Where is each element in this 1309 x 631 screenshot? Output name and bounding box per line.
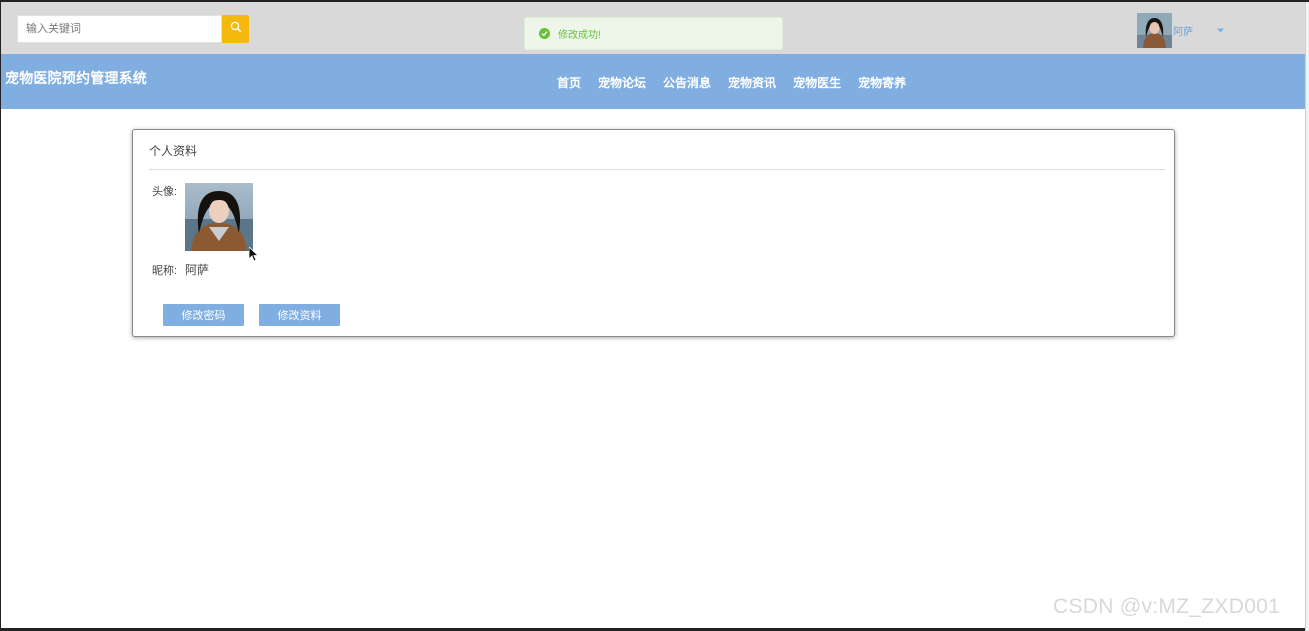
search-box bbox=[17, 15, 249, 43]
search-button[interactable] bbox=[222, 15, 249, 43]
mouse-cursor-icon bbox=[248, 246, 260, 267]
nav-item-news[interactable]: 宠物资讯 bbox=[728, 74, 776, 91]
user-menu[interactable]: 阿萨 bbox=[1137, 13, 1224, 48]
avatar[interactable] bbox=[1137, 13, 1172, 48]
nickname-label: 昵称: bbox=[152, 265, 178, 277]
nav-item-announcements[interactable]: 公告消息 bbox=[663, 74, 711, 91]
profile-card: 个人资料 头像: 昵称: 阿萨 修改密码 修改资料 bbox=[132, 129, 1175, 337]
search-icon bbox=[230, 20, 242, 38]
main-navbar: 宠物医院预约管理系统 首页 宠物论坛 公告消息 宠物资讯 宠物医生 宠物寄养 bbox=[1, 54, 1305, 109]
divider bbox=[149, 169, 1165, 170]
nickname-value: 阿萨 bbox=[185, 263, 210, 277]
nav-item-doctors[interactable]: 宠物医生 bbox=[793, 74, 841, 91]
watermark: CSDN @v:MZ_ZXD001 bbox=[1053, 595, 1281, 618]
avatar-label: 头像: bbox=[152, 186, 178, 198]
top-bar: 修改成功! 阿萨 bbox=[1, 2, 1305, 55]
nav-item-forum[interactable]: 宠物论坛 bbox=[598, 74, 646, 91]
search-input[interactable] bbox=[17, 15, 222, 43]
edit-profile-button[interactable]: 修改资料 bbox=[259, 304, 340, 326]
change-password-button[interactable]: 修改密码 bbox=[163, 304, 244, 326]
success-toast: 修改成功! bbox=[524, 17, 783, 50]
chevron-down-icon[interactable] bbox=[1217, 28, 1224, 33]
site-title: 宠物医院预约管理系统 bbox=[5, 70, 147, 86]
success-check-icon bbox=[539, 28, 550, 39]
nav-item-boarding[interactable]: 宠物寄养 bbox=[858, 74, 906, 91]
profile-avatar bbox=[185, 183, 253, 251]
toast-message: 修改成功! bbox=[558, 30, 601, 41]
card-title: 个人资料 bbox=[149, 144, 198, 158]
nav-menu: 首页 宠物论坛 公告消息 宠物资讯 宠物医生 宠物寄养 bbox=[557, 74, 923, 91]
window-edge bbox=[1305, 2, 1309, 631]
user-name[interactable]: 阿萨 bbox=[1173, 23, 1193, 38]
nav-item-home[interactable]: 首页 bbox=[557, 74, 581, 91]
